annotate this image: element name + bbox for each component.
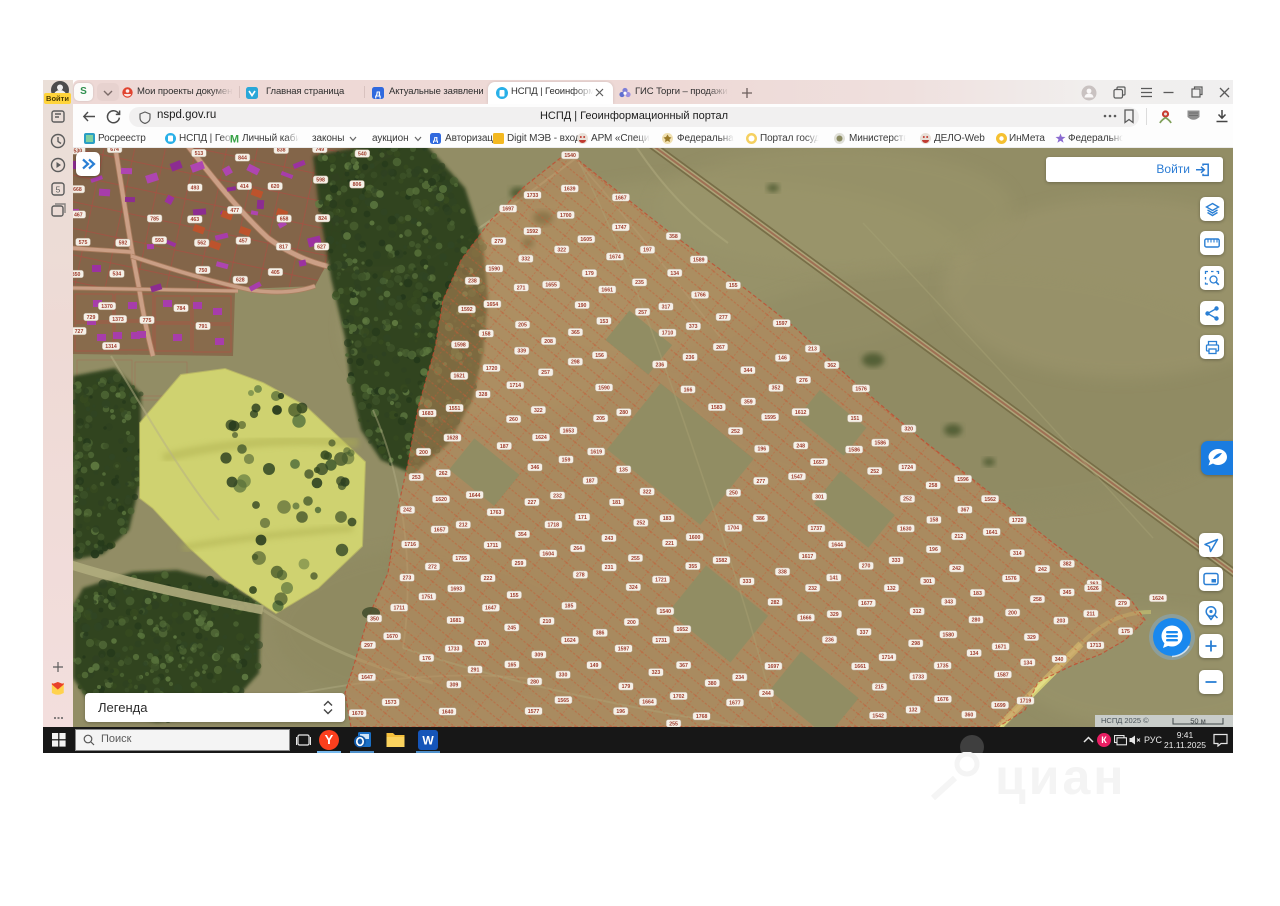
svg-text:M: M	[230, 133, 239, 144]
svg-text:д: д	[375, 89, 381, 99]
svg-text:5: 5	[56, 185, 61, 195]
svg-text:W: W	[422, 734, 434, 748]
svg-text:50 м: 50 м	[1190, 717, 1206, 726]
svg-text:д: д	[433, 134, 438, 143]
